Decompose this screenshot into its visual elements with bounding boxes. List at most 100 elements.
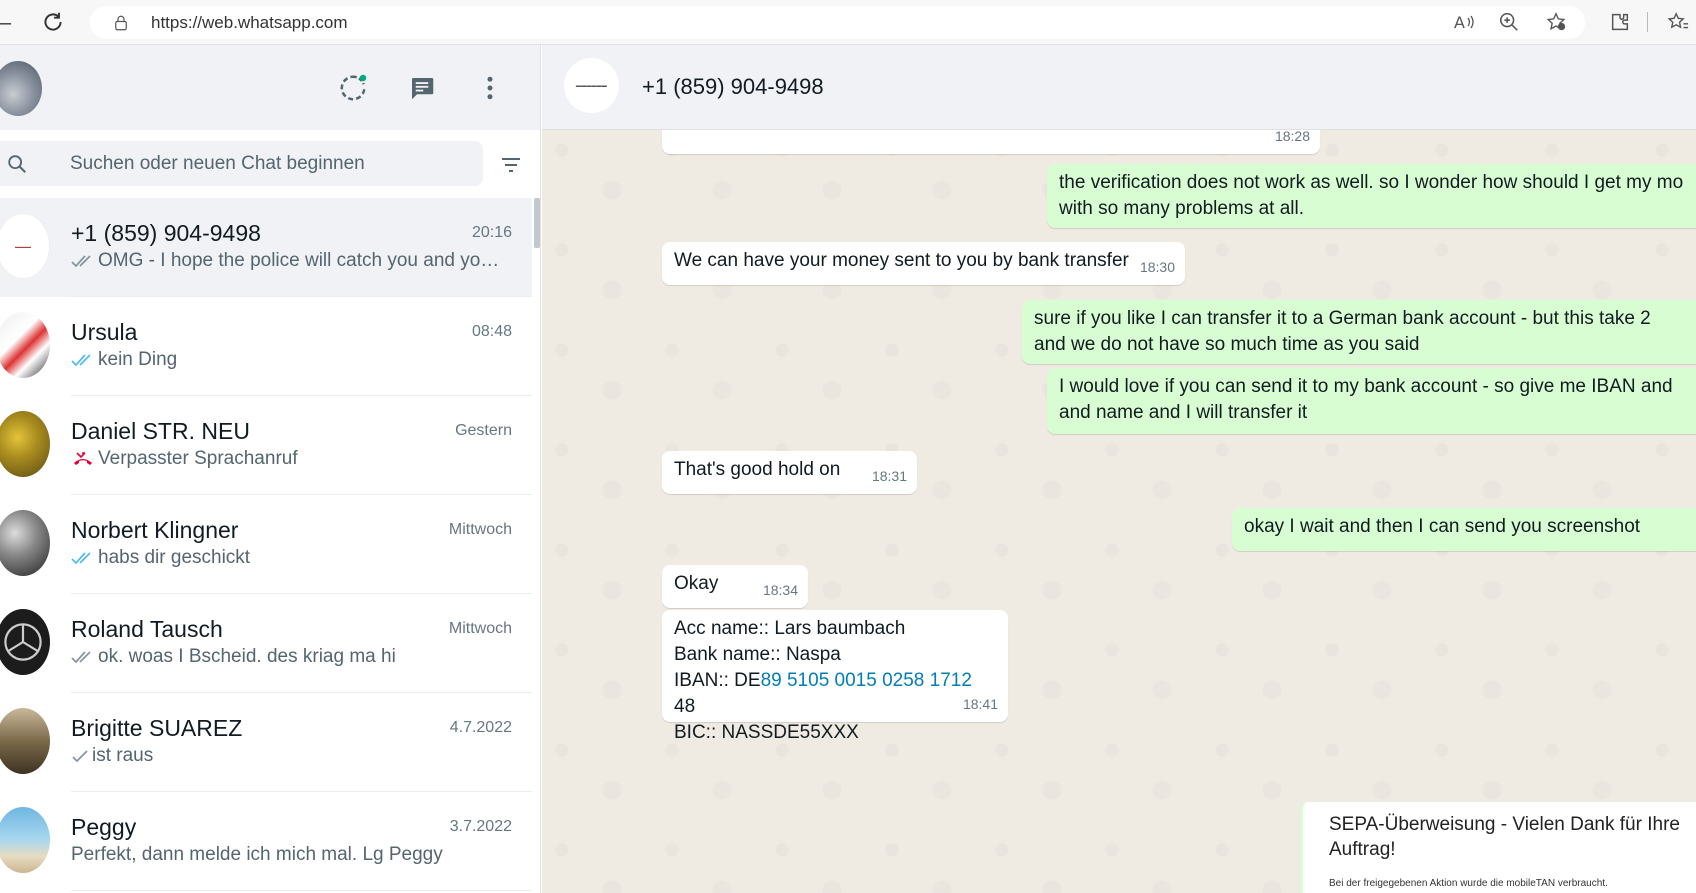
conversation-avatar[interactable]: ▬▬▬▬▬▬: [564, 58, 619, 113]
chat-body: +1 (859) 904-9498 20:16 OMG - I hope the…: [71, 198, 532, 297]
chat-item[interactable]: Daniel STR. NEU Gestern Verpasster Sprac…: [0, 396, 532, 495]
contact-avatar: ▬▬▬▬: [0, 213, 50, 279]
iban-prefix: IBAN:: DE: [674, 670, 761, 691]
chat-item[interactable]: Roland Tausch Mittwoch ok. woas I Bschei…: [0, 594, 532, 693]
chat-time: Mittwoch: [448, 620, 512, 637]
chat-list: ▬▬▬▬ +1 (859) 904-9498 20:16 OMG - I hop…: [0, 198, 532, 891]
reload-icon[interactable]: [40, 9, 66, 35]
message-time: 18:31: [871, 468, 907, 484]
status-icon[interactable]: [338, 73, 368, 103]
chat-item[interactable]: ▬▬▬▬ +1 (859) 904-9498 20:16 OMG - I hop…: [0, 198, 532, 297]
scrollbar-thumb[interactable]: [534, 198, 540, 248]
chat-preview-text: Verpasster Sprachanruf: [98, 448, 298, 469]
contact-avatar: [0, 510, 50, 576]
chat-time: 20:16: [471, 224, 512, 241]
message-incoming: That's good hold on 18:31: [662, 451, 917, 494]
my-avatar[interactable]: [0, 61, 42, 116]
chat-body: Peggy 3.7.2022 Perfekt, dann melde ich m…: [71, 792, 532, 891]
chat-preview: habs dir geschickt: [71, 547, 511, 569]
message-bank-details: Acc name:: Lars baumbach Bank name:: Nas…: [662, 610, 1008, 743]
message-text: That's good hold on: [674, 459, 841, 480]
search-icon[interactable]: [6, 153, 28, 175]
favorites-list-icon[interactable]: [1666, 10, 1690, 34]
chat-time: Mittwoch: [448, 521, 512, 538]
address-bar[interactable]: https://web.whatsapp.com: [90, 6, 1585, 39]
chat-preview: Verpasster Sprachanruf: [71, 448, 511, 470]
message-text: I would love if you can send it to my ba…: [1059, 376, 1673, 423]
toolbar-separator: [1647, 12, 1648, 32]
message-time: 18:34: [762, 582, 798, 598]
browser-toolbar: – https://web.whatsapp.com A: [0, 0, 1696, 45]
chat-item[interactable]: Ursula 08:48 kein Ding: [0, 297, 532, 396]
message-text: sure if you like I can transfer it to a …: [1034, 308, 1651, 355]
chat-name: +1 (859) 904-9498: [71, 220, 261, 246]
chat-preview-text: ok. woas I Bscheid. des kriag ma hi: [98, 646, 396, 667]
minimize-glyph[interactable]: –: [0, 12, 11, 35]
iban-line: IBAN:: DE89 5105 0015 0258 1712 48: [674, 668, 996, 720]
message-area: 18:28 the verification does not work as …: [542, 130, 1696, 893]
message-time: 18:30: [1139, 259, 1175, 275]
sepa-screenshot-image[interactable]: SEPA-Überweisung - Vielen Dank für Ihre …: [1300, 802, 1696, 893]
favorite-star-icon[interactable]: [1544, 10, 1568, 34]
filter-icon[interactable]: [498, 153, 524, 177]
message-time: 18:28: [1274, 130, 1310, 144]
message-time: 18:41: [962, 696, 998, 712]
url-text[interactable]: https://web.whatsapp.com: [151, 13, 348, 33]
left-header: [0, 45, 540, 130]
read-aloud-icon[interactable]: A: [1452, 10, 1476, 34]
conversation-header[interactable]: ▬▬▬▬▬▬ +1 (859) 904-9498: [542, 45, 1696, 130]
bank-account-name: Acc name:: Lars baumbach: [674, 618, 906, 639]
message-outgoing: I would love if you can send it to my ba…: [1047, 368, 1696, 434]
message-text: the verification does not work as well. …: [1059, 172, 1684, 219]
chat-preview: ist raus: [71, 745, 511, 767]
avatar-logo-icon: ▬▬▬▬▬▬: [575, 82, 608, 89]
message-incoming: 18:28: [662, 130, 1320, 154]
lock-icon[interactable]: [112, 14, 130, 32]
chat-name: Peggy: [71, 814, 137, 840]
double-check-grey-icon: [71, 255, 91, 268]
message-incoming: Okay 18:34: [662, 565, 808, 608]
double-check-grey-icon: [71, 651, 91, 664]
contact-avatar: [0, 807, 50, 873]
iban-suffix: 48: [674, 696, 696, 717]
chat-body: Norbert Klingner Mittwoch habs dir gesch…: [71, 495, 532, 594]
chat-item[interactable]: Peggy 3.7.2022 Perfekt, dann melde ich m…: [0, 792, 532, 891]
chat-preview-text: habs dir geschickt: [98, 547, 251, 568]
message-text: okay I wait and then I can send you scre…: [1244, 516, 1641, 537]
chat-preview: OMG - I hope the police will catch you a…: [71, 250, 511, 272]
message-text: We can have your money sent to you by ba…: [674, 250, 1129, 271]
zoom-icon[interactable]: [1497, 10, 1521, 34]
chat-preview-text: kein Ding: [98, 349, 178, 370]
contact-avatar: [0, 312, 50, 378]
conversation-contact-name[interactable]: +1 (859) 904-9498: [642, 74, 824, 100]
chat-time: 08:48: [471, 323, 512, 340]
contact-avatar: [0, 411, 50, 477]
chat-time: Gestern: [455, 422, 512, 439]
chat-item[interactable]: Norbert Klingner Mittwoch habs dir gesch…: [0, 495, 532, 594]
chat-time: 3.7.2022: [449, 818, 512, 835]
chat-preview-text: ist raus: [92, 745, 154, 766]
message-outgoing: okay I wait and then I can send you scre…: [1232, 508, 1696, 551]
chat-body: Daniel STR. NEU Gestern Verpasster Sprac…: [71, 396, 532, 495]
extensions-icon[interactable]: [1608, 10, 1632, 34]
message-incoming: We can have your money sent to you by ba…: [662, 242, 1185, 285]
search-input[interactable]: [70, 151, 470, 177]
chat-preview: Perfekt, dann melde ich mich mal. Lg Peg…: [71, 844, 511, 866]
chat-body: Roland Tausch Mittwoch ok. woas I Bschei…: [71, 594, 532, 693]
chat-name: Daniel STR. NEU: [71, 418, 250, 444]
chat-list-scrollbar[interactable]: [532, 198, 540, 893]
menu-icon[interactable]: [475, 73, 505, 103]
chat-preview-text: OMG - I hope the police will catch you a…: [98, 250, 500, 271]
chat-item[interactable]: Brigitte SUAREZ 4.7.2022 ist raus: [0, 693, 532, 792]
chat-preview-text: Perfekt, dann melde ich mich mal. Lg Peg…: [71, 844, 443, 865]
mercedes-logo-icon: [4, 623, 42, 661]
message-outgoing: sure if you like I can transfer it to a …: [1022, 300, 1696, 364]
chat-list-panel: ▬▬▬▬ +1 (859) 904-9498 20:16 OMG - I hop…: [0, 45, 541, 893]
chat-preview: kein Ding: [71, 349, 511, 371]
chat-preview: ok. woas I Bscheid. des kriag ma hi: [71, 646, 511, 668]
new-chat-icon[interactable]: [407, 73, 437, 103]
message-outgoing: the verification does not work as well. …: [1047, 164, 1696, 228]
sepa-title: SEPA-Überweisung - Vielen Dank für Ihre …: [1329, 814, 1680, 860]
iban-phone-link[interactable]: 89 5105 0015 0258 1712: [761, 670, 972, 691]
single-check-icon: [72, 750, 88, 763]
